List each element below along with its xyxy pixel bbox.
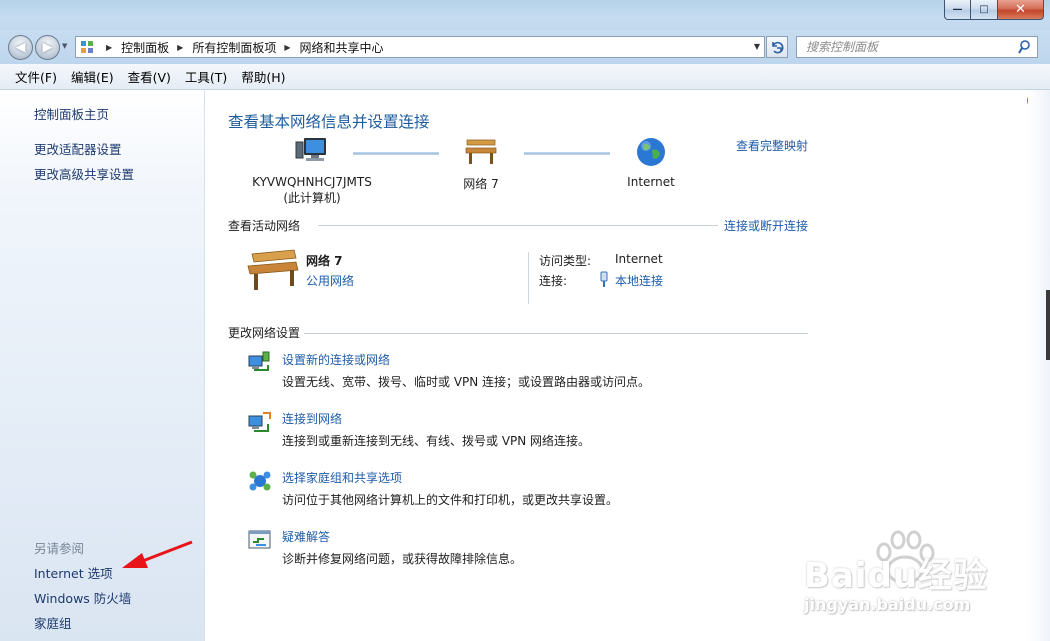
ethernet-plug-icon: [600, 271, 608, 287]
forward-button[interactable]: ▶: [35, 35, 60, 60]
close-button[interactable]: ✕: [998, 0, 1044, 20]
troubleshoot-link[interactable]: 疑难解答: [282, 528, 330, 545]
back-button[interactable]: ◀: [8, 35, 33, 60]
homegroup-link[interactable]: 家庭组: [34, 613, 72, 632]
search-box[interactable]: [796, 36, 1038, 58]
breadcrumb-separator-icon[interactable]: ▶: [177, 43, 183, 52]
refresh-icon: [772, 41, 784, 54]
change-settings-heading: 更改网络设置: [228, 326, 301, 340]
menu-help[interactable]: 帮助(H): [234, 64, 292, 89]
connect-disconnect-link[interactable]: 连接或断开连接: [724, 217, 808, 234]
map-connection-line: [524, 152, 610, 155]
active-network-name: 网络 7: [306, 254, 343, 268]
computer-note: (此计算机): [283, 191, 341, 205]
setup-connection-link[interactable]: 设置新的连接或网络: [282, 351, 390, 368]
internet-options-link[interactable]: Internet 选项: [34, 563, 113, 582]
breadcrumb-separator-icon[interactable]: ▶: [284, 43, 290, 52]
map-node-network[interactable]: 网络 7: [442, 136, 520, 192]
computer-icon: [295, 138, 326, 161]
network-type-link[interactable]: 公用网络: [306, 272, 354, 289]
navigation-bar: ◀ ▶ ▼ ▶ 控制面板 ▶ 所有控制面板项 ▶ 网络和共享中心 ▼: [0, 30, 1050, 64]
map-node-computer[interactable]: KYVWQHNHCJ7JMTS (此计算机): [246, 136, 378, 206]
page-title: 查看基本网络信息并设置连接: [228, 113, 430, 131]
baidu-watermark: Baidu经验 jingyan.baidu.com: [800, 530, 1030, 635]
breadcrumb-network-center[interactable]: 网络和共享中心: [300, 39, 384, 56]
vertical-divider: [528, 252, 529, 304]
homegroup-sharing-link[interactable]: 选择家庭组和共享选项: [282, 469, 402, 486]
menu-view[interactable]: 查看(V): [121, 64, 178, 89]
connect-to-network-link[interactable]: 连接到网络: [282, 410, 342, 427]
computer-name: KYVWQHNHCJ7JMTS: [252, 175, 372, 189]
control-panel-home-link[interactable]: 控制面板主页: [34, 104, 109, 123]
menu-file[interactable]: 文件(F): [8, 64, 64, 89]
breadcrumb-separator-icon[interactable]: ▶: [106, 43, 112, 52]
network-name: 网络 7: [463, 177, 499, 191]
local-connection-link[interactable]: 本地连接: [615, 272, 663, 289]
connect-network-icon: [248, 412, 271, 432]
see-also-heading: 另请参阅: [34, 541, 85, 556]
map-node-internet[interactable]: Internet: [616, 136, 686, 189]
menu-bar: 文件(F) 编辑(E) 查看(V) 工具(T) 帮助(H): [0, 64, 1050, 90]
access-type-value: Internet: [615, 252, 663, 266]
map-connection-line: [353, 152, 439, 155]
refresh-button[interactable]: [766, 36, 788, 58]
watermark-url: jingyan.baidu.com: [804, 595, 971, 614]
address-dropdown-icon[interactable]: ▼: [754, 42, 760, 51]
window-title-bar: — □ ✕: [0, 0, 1050, 30]
access-type-label: 访问类型:: [539, 254, 592, 268]
connections-label: 连接:: [539, 274, 568, 288]
window-resize-edge[interactable]: [1046, 290, 1050, 360]
advanced-sharing-settings-link[interactable]: 更改高级共享设置: [34, 164, 134, 183]
control-panel-icon: [80, 39, 98, 55]
bench-icon: [465, 139, 497, 164]
maximize-button[interactable]: □: [971, 0, 998, 20]
annotation-arrow-icon: [122, 540, 193, 568]
minimize-button[interactable]: —: [944, 0, 971, 20]
recent-pages-dropdown-icon[interactable]: ▼: [62, 42, 67, 50]
troubleshoot-desc: 诊断并修复网络问题，或获得故障排除信息。: [282, 552, 523, 566]
new-connection-icon: [248, 351, 270, 371]
search-icon[interactable]: [1018, 40, 1030, 54]
watermark-logo-text: Baidu经验: [804, 556, 989, 596]
breadcrumb-all-items[interactable]: 所有控制面板项: [192, 39, 276, 56]
active-network-panel: 网络 7 公用网络 访问类型: Internet 连接: 本地连接: [228, 242, 808, 304]
menu-tools[interactable]: 工具(T): [178, 64, 234, 89]
windows-firewall-link[interactable]: Windows 防火墙: [34, 588, 131, 607]
menu-edit[interactable]: 编辑(E): [64, 64, 121, 89]
troubleshoot-icon: [248, 530, 271, 549]
connect-to-network-desc: 连接到或重新连接到无线、有线、拨号或 VPN 网络连接。: [282, 434, 591, 448]
internet-label: Internet: [627, 175, 675, 189]
section-divider: [304, 333, 808, 334]
change-adapter-settings-link[interactable]: 更改适配器设置: [34, 139, 122, 158]
breadcrumb-control-panel[interactable]: 控制面板: [121, 39, 169, 56]
address-bar[interactable]: ▶ 控制面板 ▶ 所有控制面板项 ▶ 网络和共享中心 ▼: [75, 36, 765, 58]
window-caption-buttons: — □ ✕: [944, 0, 1044, 20]
globe-icon: [637, 138, 665, 166]
homegroup-icon: [249, 471, 271, 491]
active-networks-heading: 查看活动网络: [228, 219, 301, 233]
view-full-map-link[interactable]: 查看完整映射: [736, 137, 808, 154]
bench-icon: [247, 249, 299, 290]
search-input[interactable]: [806, 40, 1016, 54]
homegroup-sharing-desc: 访问位于其他网络计算机上的文件和打印机，或更改共享设置。: [282, 493, 619, 507]
window-right-border: [1028, 90, 1050, 641]
section-divider: [318, 225, 718, 226]
setup-connection-desc: 设置无线、宽带、拨号、临时或 VPN 连接；或设置路由器或访问点。: [282, 375, 651, 389]
